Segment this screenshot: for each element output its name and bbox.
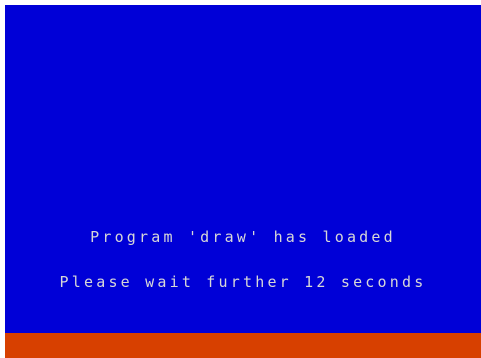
wait-message: Please wait further 12 seconds (59, 273, 427, 291)
screen-border (5, 333, 481, 358)
loaded-message: Program 'draw' has loaded (90, 228, 396, 246)
emulator-screen: Program 'draw' has loaded Please wait fu… (0, 0, 481, 358)
